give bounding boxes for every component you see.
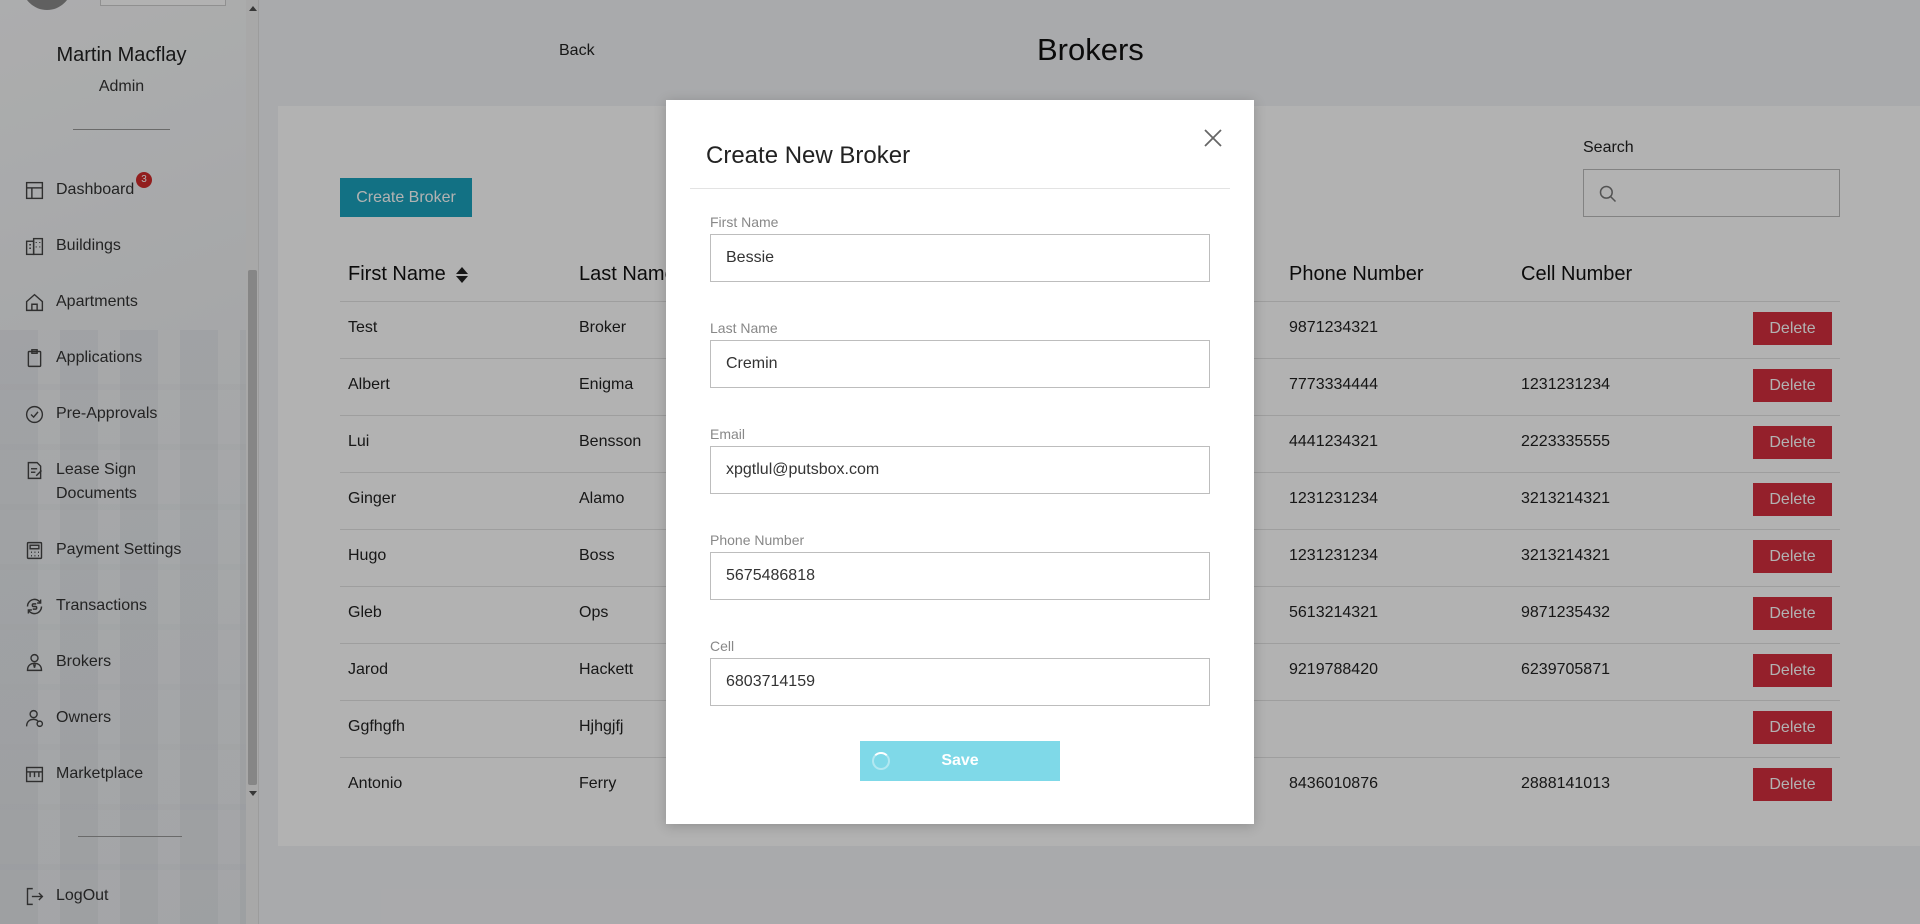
close-icon[interactable]	[1201, 126, 1225, 150]
last-name-label: Last Name	[710, 320, 778, 336]
cell-field[interactable]	[710, 658, 1210, 706]
first-name-field[interactable]	[710, 234, 1210, 282]
modal-divider	[690, 188, 1230, 189]
email-field[interactable]	[710, 446, 1210, 494]
create-broker-modal: Create New Broker First Name Last Name E…	[666, 100, 1254, 824]
phone-number-field[interactable]	[710, 552, 1210, 600]
modal-title: Create New Broker	[706, 142, 911, 169]
email-label: Email	[710, 426, 746, 442]
loading-spinner-icon	[872, 752, 890, 770]
last-name-field[interactable]	[710, 340, 1210, 388]
first-name-label: First Name	[710, 214, 779, 230]
save-button[interactable]: Save	[860, 741, 1060, 781]
save-label: Save	[941, 752, 979, 769]
cell-label: Cell	[710, 638, 735, 654]
phone-number-label: Phone Number	[710, 532, 805, 548]
